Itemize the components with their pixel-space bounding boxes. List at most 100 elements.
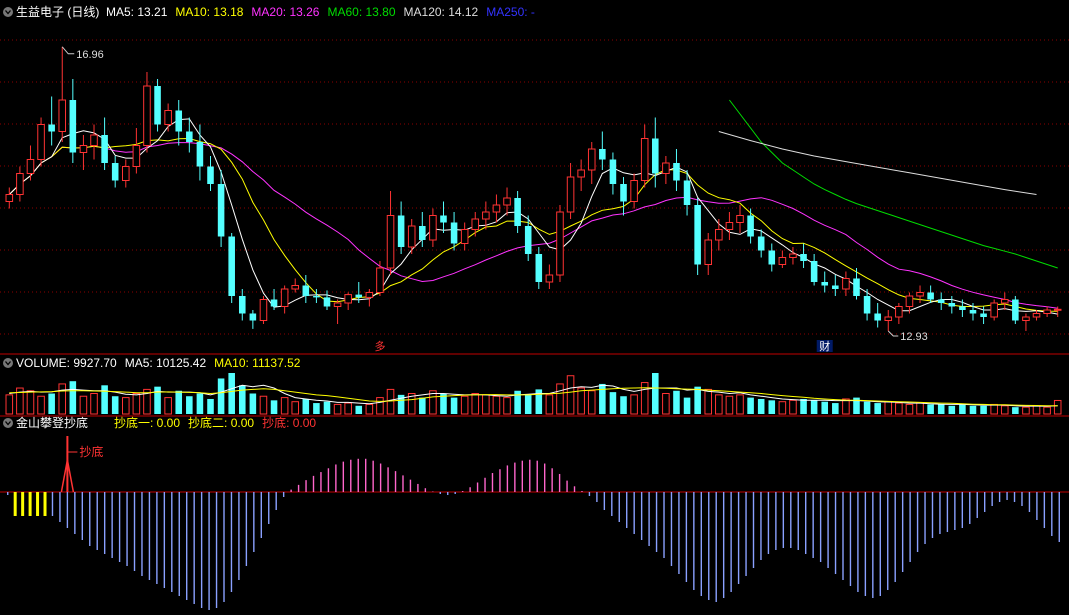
candle-body-up <box>640 138 649 181</box>
high-price-label: 16.96 <box>76 49 104 61</box>
candle-body-down <box>175 110 183 132</box>
volume-bar-up <box>280 397 289 415</box>
ma5-line <box>8 118 1058 315</box>
candle-body-up <box>916 292 924 297</box>
volume-bar-up <box>471 393 480 415</box>
candle-body-up <box>333 302 342 307</box>
indicator-panel-header: 金山攀登抄底 抄底一: 0.00 抄底二: 0.00 抄底: 0.00 <box>3 415 316 430</box>
candle-body-up <box>789 253 797 258</box>
candle-body-up <box>503 197 511 206</box>
volume-bar-down <box>1012 407 1019 414</box>
oscillator-bars <box>0 458 1069 610</box>
main-gridlines <box>0 39 1069 335</box>
candle-body-down <box>228 236 235 296</box>
volume-bar-down <box>302 398 310 414</box>
candle-body-up <box>1053 308 1062 311</box>
volume-bar-down <box>450 397 458 414</box>
volume-bar-up <box>715 394 723 415</box>
volume-bar-down <box>355 405 363 414</box>
candle-body-up <box>1022 316 1030 321</box>
candle-body-up <box>895 306 903 318</box>
candle-body-down <box>927 292 934 300</box>
candle-body-down <box>450 222 458 244</box>
candle-body-up <box>407 225 416 248</box>
indicator-value-label: MA20: 13.26 <box>251 5 319 19</box>
volume-bar-up <box>1022 406 1030 415</box>
indicator-value-label: MA60: 13.80 <box>327 5 395 19</box>
candle-body-up <box>704 239 713 265</box>
candle-body-up <box>90 134 98 146</box>
volume-bar-down <box>313 403 320 414</box>
volume-bar-down <box>599 383 606 414</box>
candle-body-up <box>482 211 490 220</box>
volume-panel: VOLUME: 9927.70 MA5: 10125.42 MA10: 11137.… <box>3 356 1062 415</box>
candle-body-up <box>280 288 289 307</box>
candle-body-down <box>302 285 310 296</box>
volume-bar-up <box>577 387 585 415</box>
candle-body-down <box>980 313 987 317</box>
panel-title: 金山攀登抄底 <box>16 415 88 430</box>
candle-body-down <box>207 166 214 184</box>
volume-bar-up <box>344 402 352 415</box>
volume-bar-up <box>386 388 395 415</box>
volume-bar-up <box>58 383 67 415</box>
volume-bar-down <box>800 398 807 414</box>
volume-bar-up <box>662 393 670 415</box>
candle-body-down <box>800 254 807 261</box>
candle-body-down <box>440 215 447 223</box>
candle-body-down <box>768 250 776 265</box>
main-panel-header: 生益电子 (日线) MA5: 13.21 MA10: 13.18 MA20: 13.2… <box>3 5 535 19</box>
candle-body-down <box>948 303 956 307</box>
candle-body-down <box>620 184 627 202</box>
indicator-panel: 抄底 金山攀登抄底 抄底一: 0.00 抄底二: 0.00 抄底: 0.00 <box>0 415 1069 610</box>
volume-bar-up <box>79 395 88 415</box>
candle-body-down <box>397 215 405 247</box>
volume-bar-up <box>503 397 511 415</box>
candle-body-up <box>132 145 141 167</box>
volume-bar-up <box>990 403 998 415</box>
candle-body-up <box>736 215 744 223</box>
volume-bar-down <box>768 400 776 414</box>
candle-body-up <box>471 218 480 230</box>
volume-bar-up <box>122 397 130 415</box>
candle-body-up <box>26 159 35 174</box>
candle-body-up <box>429 215 437 241</box>
candle-body-up <box>1032 313 1041 318</box>
volume-bar-up <box>640 382 649 415</box>
volume-bar-up <box>164 397 172 415</box>
volume-bar-up <box>556 383 564 415</box>
candle-body-up <box>344 294 352 304</box>
candle-body-down <box>524 226 532 254</box>
volume-bar-down <box>524 394 532 414</box>
candle-body-down <box>419 226 426 240</box>
panel-title: 生益电子 (日线) <box>16 5 99 19</box>
ma120-line <box>718 131 1037 195</box>
moving-average-lines <box>8 99 1058 315</box>
candle-body-up <box>58 99 67 132</box>
price-markers: 16.96 12.93 多 财 <box>61 46 928 353</box>
indicator-value-label: 抄底二: 0.00 <box>188 415 254 430</box>
candle-body-up <box>842 278 850 290</box>
volume-panel-header: VOLUME: 9927.70 MA5: 10125.42 MA10: 11137.… <box>3 356 301 370</box>
volume-bar-up <box>630 394 638 415</box>
candle-body-down <box>652 138 659 174</box>
volume-bar-down <box>959 404 966 414</box>
volume-bar-up <box>291 401 300 415</box>
volume-bar-up <box>587 390 596 415</box>
candle-body-down <box>270 299 278 307</box>
candle-body-up <box>577 169 585 178</box>
candle-body-up <box>16 173 24 195</box>
volume-bar-up <box>376 397 384 415</box>
indicator-value-label: MA250: - <box>486 5 535 19</box>
stock-chart: 16.96 12.93 多 财 生益电子 (日线) MA5: 13.21 MA10: 13… <box>0 5 1069 610</box>
indicator-value-label: 抄底一: 0.00 <box>114 415 180 430</box>
volume-bar-up <box>895 402 903 415</box>
candle-body-up <box>662 162 670 174</box>
volume-bar-down <box>249 393 257 414</box>
buy-signal-label: 抄底 <box>79 444 103 459</box>
candle-body-up <box>259 299 268 321</box>
candle-body-up <box>492 204 501 213</box>
volume-bar-down <box>609 392 617 414</box>
volume-bar-up <box>778 401 787 415</box>
candle-body-down <box>969 310 977 314</box>
